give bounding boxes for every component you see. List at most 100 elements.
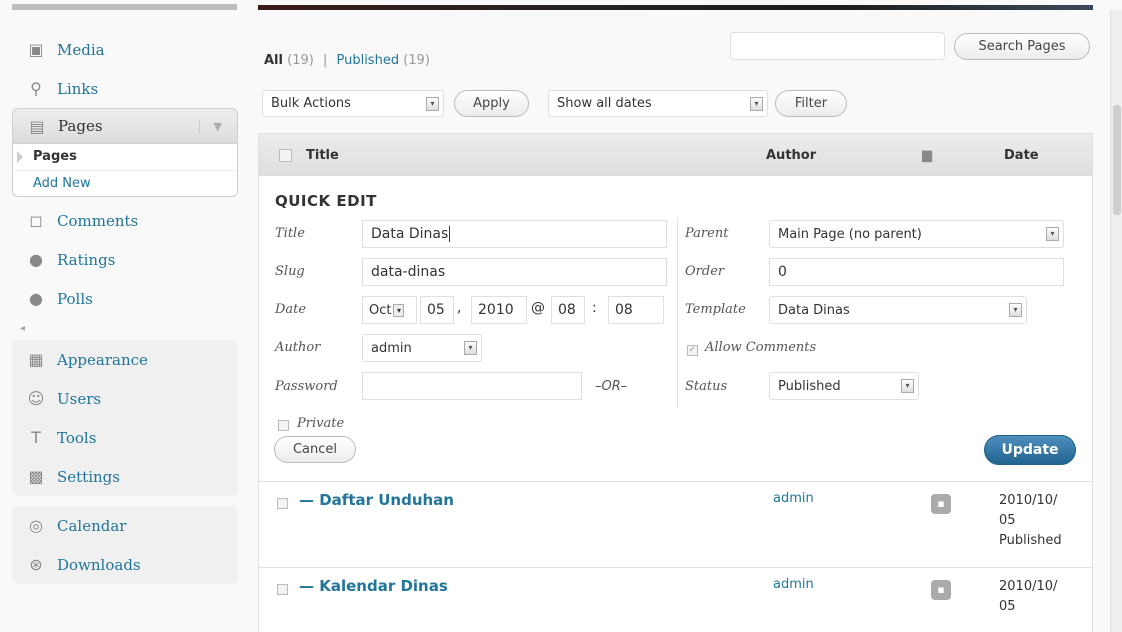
filter-published-count: (19) [403,53,430,68]
row-checkbox[interactable] [277,498,288,509]
sidebar-item-downloads[interactable]: ⊛ Downloads [12,545,238,584]
select-all-checkbox[interactable] [279,148,292,162]
sidebar-settings-group: ▦ Appearance ☺ Users T Tools ▩ Settings [12,340,238,496]
column-title[interactable]: Title [306,148,766,163]
top-header-strip [0,0,1122,10]
column-author: Author [766,147,817,163]
year-input[interactable]: 2010 [471,296,527,324]
hour-input[interactable]: 08 [551,296,585,324]
sidebar-item-users[interactable]: ☺ Users [12,379,238,418]
order-input-value: 0 [778,264,787,280]
date-comma: , [457,300,462,316]
submenu-item-add-new[interactable]: Add New [13,170,237,196]
status-select-value: Published [778,378,841,394]
sidebar-item-media[interactable]: ▣ Media [12,30,238,69]
sidebar-item-label: Comments [57,211,139,230]
slug-input[interactable]: data-dinas [362,258,667,286]
day-input[interactable]: 05 [420,296,454,324]
slug-label: Slug [275,264,305,279]
update-button[interactable]: Update [984,435,1076,465]
filter-separator: | [322,53,328,68]
scrollbar[interactable] [1110,10,1122,632]
sidebar-item-ratings[interactable]: ● Ratings [12,240,238,279]
filter-all-link[interactable]: All [264,53,283,68]
comments-column-icon: ▆ [922,147,932,163]
status-label: Status [685,379,728,394]
date-at: @ [531,300,545,316]
bulk-actions-select[interactable]: Bulk Actions ▾ [262,90,444,117]
or-label: –OR– [595,379,628,394]
title-input[interactable]: Data Dinas [362,220,667,248]
private-checkbox[interactable] [278,420,289,431]
search-input[interactable] [730,32,945,60]
sidebar-plugins-group: ◎ Calendar ⊛ Downloads [12,506,238,584]
sidebar-item-label: Ratings [57,250,116,269]
sidebar-item-comments[interactable]: ◻ Comments [12,201,238,240]
dropdown-arrow-icon: ▾ [750,97,763,111]
column-divider [677,218,678,408]
sidebar-item-calendar[interactable]: ◎ Calendar [12,506,238,545]
date-label: Date [275,302,307,317]
submenu-item-pages[interactable]: Pages [13,144,237,170]
page-title-link[interactable]: — Kalendar Dinas [299,577,448,595]
settings-icon: ▩ [28,467,44,486]
password-input[interactable] [362,372,582,400]
title-input-value: Data Dinas [371,226,449,242]
menu-separator[interactable]: ◂ [12,322,238,336]
column-date[interactable]: Date [1004,148,1039,163]
minute-input[interactable]: 08 [608,296,664,324]
apply-button[interactable]: Apply [454,90,529,117]
sidebar-item-label: Settings [57,467,120,486]
status-select[interactable]: Published ▾ [769,372,919,400]
search-pages-button[interactable]: Search Pages [954,33,1090,60]
dates-select[interactable]: Show all dates ▾ [548,90,768,117]
day-value: 05 [427,302,445,318]
comment-count-icon[interactable]: ▪ [931,494,951,514]
author-select[interactable]: admin ▾ [362,334,482,362]
chevron-down-icon[interactable]: ▼ [198,119,222,133]
author-link[interactable]: admin [773,577,814,592]
date-line: 2010/10/ [999,579,1058,594]
password-label: Password [275,379,338,394]
sidebar-item-appearance[interactable]: ▦ Appearance [12,340,238,379]
sidebar-item-tools[interactable]: T Tools [12,418,238,457]
hour-value: 08 [558,302,576,318]
parent-select-value: Main Page (no parent) [778,226,922,242]
template-select[interactable]: Data Dinas ▾ [769,296,1027,324]
quick-edit-heading: QUICK EDIT [275,192,377,210]
allow-comments-checkbox[interactable]: ✓ [687,345,698,356]
comment-count-icon[interactable]: ▪ [931,580,951,600]
sidebar-item-label: Links [57,79,99,98]
dropdown-arrow-icon: ▾ [1009,303,1022,317]
sidebar-item-settings[interactable]: ▩ Settings [12,457,238,496]
row-checkbox[interactable] [277,584,288,595]
dropdown-arrow-icon: ▾ [464,341,477,355]
sidebar-item-pages[interactable]: ▤ Pages ▼ [12,108,238,144]
author-select-value: admin [371,340,412,356]
downloads-icon: ⊛ [29,555,43,574]
filter-button[interactable]: Filter [775,90,847,117]
dropdown-arrow-icon: ▾ [393,303,405,317]
minute-value: 08 [615,302,633,318]
month-select[interactable]: Oct ▾ [362,296,417,324]
parent-select[interactable]: Main Page (no parent) ▾ [769,220,1064,248]
sidebar-item-label: Downloads [57,555,141,574]
dropdown-arrow-icon: ▾ [901,379,914,393]
sidebar-item-polls[interactable]: ● Polls [12,279,238,318]
pages-table: Title Author ▆ Date QUICK EDIT Title Dat… [258,133,1093,632]
author-link[interactable]: admin [773,491,814,506]
filter-published-link[interactable]: Published [336,53,399,68]
date-line: 05 [999,599,1016,614]
cancel-button[interactable]: Cancel [274,436,356,463]
pages-icon: ▤ [29,116,45,136]
admin-header-bar [258,5,1093,10]
month-value: Oct [369,302,392,318]
sidebar-item-label: Tools [57,428,97,447]
page-title-link[interactable]: — Daftar Unduhan [299,491,454,509]
scrollbar-thumb[interactable] [1113,105,1121,215]
order-input[interactable]: 0 [769,258,1064,286]
ratings-icon: ● [29,250,43,269]
sidebar-item-links[interactable]: ⚲ Links [12,69,238,108]
admin-header-left [12,4,237,10]
table-header: Title Author ▆ Date [259,134,1092,176]
